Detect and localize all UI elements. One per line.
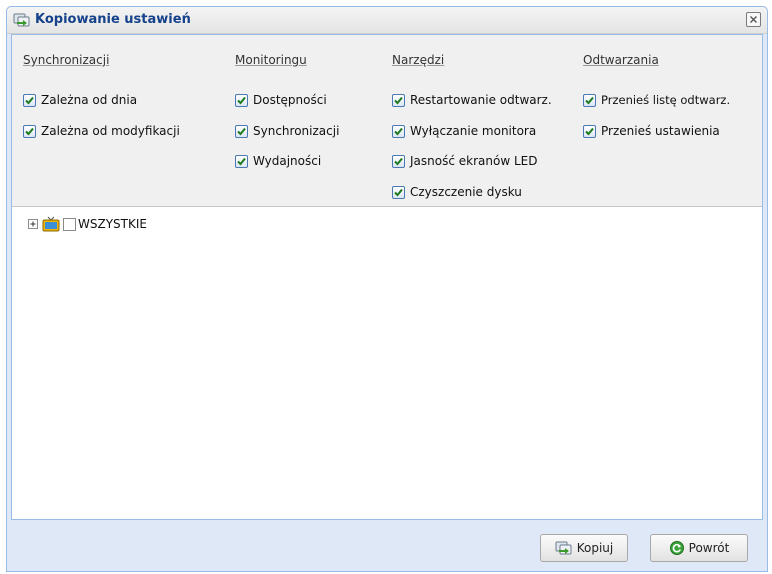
checkbox-label: Zależna od dnia xyxy=(41,93,138,107)
checkbox-wydajnosci[interactable]: Wydajności xyxy=(235,153,321,169)
column-header-narzedzi: Narzędzi xyxy=(392,53,445,67)
checkbox-przenies-liste-odtwarz[interactable]: Przenieś listę odtwarz. xyxy=(583,92,730,108)
checkbox-checked-icon[interactable] xyxy=(583,124,596,138)
checkbox-checked-icon[interactable] xyxy=(23,124,36,138)
checkbox-jasnosc-ekranow-led[interactable]: Jasność ekranów LED xyxy=(392,153,537,169)
checkbox-checked-icon[interactable] xyxy=(583,93,596,107)
checkbox-checked-icon[interactable] xyxy=(235,93,248,107)
tree-root-label[interactable]: WSZYSTKIE xyxy=(78,217,147,231)
close-icon xyxy=(750,16,757,23)
column-header-monitoringu: Monitoringu xyxy=(235,53,307,67)
dialog-footer: Kopiuj Powrót xyxy=(7,521,767,571)
checkbox-restartowanie-odtwarz[interactable]: Restartowanie odtwarz. xyxy=(392,92,552,108)
checkbox-zalezna-od-dnia[interactable]: Zależna od dnia xyxy=(23,92,137,108)
checkbox-checked-icon[interactable] xyxy=(23,93,36,107)
checkbox-synchronizacji[interactable]: Synchronizacji xyxy=(235,123,339,139)
copy-settings-icon xyxy=(13,12,31,28)
copy-button-label: Kopiuj xyxy=(576,541,614,555)
checkbox-label: Przenieś listę odtwarz. xyxy=(601,93,731,107)
tree-expand-plus-icon[interactable] xyxy=(28,218,39,230)
checkbox-label: Restartowanie odtwarz. xyxy=(410,93,552,107)
checkbox-label: Synchronizacji xyxy=(253,124,340,138)
copy-settings-dialog: Kopiowanie ustawień Synchronizacji Zależ… xyxy=(6,6,768,572)
checkbox-checked-icon[interactable] xyxy=(235,124,248,138)
refresh-back-icon xyxy=(669,541,684,555)
checkbox-zalezna-od-modyfikacji[interactable]: Zależna od modyfikacji xyxy=(23,123,180,139)
tree-root-checkbox[interactable] xyxy=(63,217,76,231)
back-button-label: Powrót xyxy=(688,541,730,555)
checkbox-wylaczanie-monitora[interactable]: Wyłączanie monitora xyxy=(392,123,536,139)
dialog-body: Synchronizacji Zależna od dnia Zależna o… xyxy=(11,34,763,520)
column-header-odtwarzania: Odtwarzania xyxy=(583,53,659,67)
checkbox-przenies-ustawienia[interactable]: Przenieś ustawienia xyxy=(583,123,720,139)
tv-player-icon xyxy=(42,216,60,232)
checkbox-checked-icon[interactable] xyxy=(235,154,248,168)
checkbox-label: Czyszczenie dysku xyxy=(410,185,522,199)
checkbox-label: Dostępności xyxy=(253,93,327,107)
checkbox-label: Wyłączanie monitora xyxy=(410,124,537,138)
checkbox-dostepnosci[interactable]: Dostępności xyxy=(235,92,327,108)
copy-button[interactable]: Kopiuj xyxy=(540,534,628,562)
checkbox-checked-icon[interactable] xyxy=(392,185,405,199)
settings-panel: Synchronizacji Zależna od dnia Zależna o… xyxy=(12,35,762,207)
checkbox-label: Jasność ekranów LED xyxy=(410,154,538,168)
checkbox-label: Wydajności xyxy=(253,154,322,168)
copy-settings-icon xyxy=(555,541,572,555)
checkbox-checked-icon[interactable] xyxy=(392,124,405,138)
checkbox-label: Przenieś ustawienia xyxy=(601,124,720,138)
player-tree: WSZYSTKIE xyxy=(28,216,147,232)
checkbox-checked-icon[interactable] xyxy=(392,154,405,168)
checkbox-checked-icon[interactable] xyxy=(392,93,405,107)
close-button[interactable] xyxy=(746,12,761,27)
checkbox-label: Zależna od modyfikacji xyxy=(41,124,180,138)
checkbox-czyszczenie-dysku[interactable]: Czyszczenie dysku xyxy=(392,184,522,200)
dialog-titlebar: Kopiowanie ustawień xyxy=(7,7,767,34)
column-header-synchronizacji: Synchronizacji xyxy=(23,53,110,67)
dialog-title: Kopiowanie ustawień xyxy=(35,12,191,27)
back-button[interactable]: Powrót xyxy=(650,534,748,562)
